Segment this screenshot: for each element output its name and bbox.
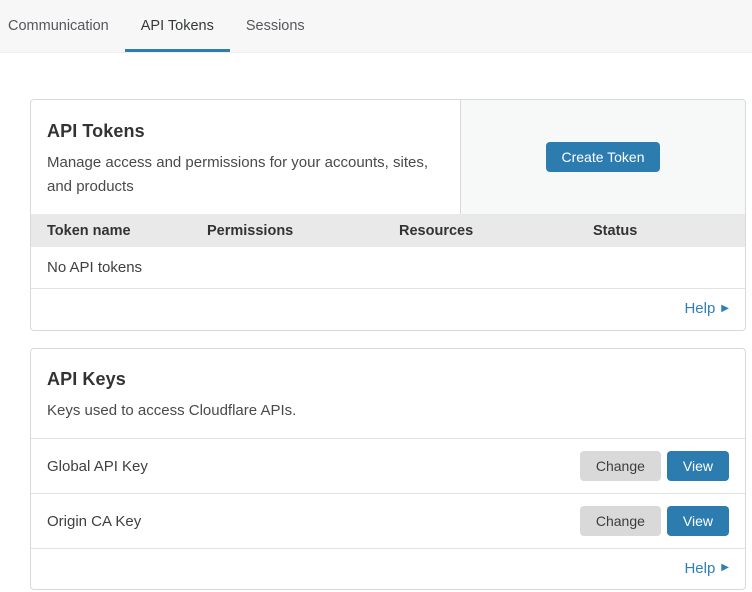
keys-help-label: Help xyxy=(684,560,715,577)
tokens-help-link[interactable]: Help ▶ xyxy=(684,300,729,317)
tab-bar: Communication API Tokens Sessions xyxy=(0,0,752,53)
key-row-actions: Change View xyxy=(580,506,729,536)
tokens-table-header: Token name Permissions Resources Status xyxy=(31,214,745,247)
keys-help-link[interactable]: Help ▶ xyxy=(684,560,729,577)
key-row-global-api-key: Global API Key Change View xyxy=(31,438,745,493)
tokens-empty-message: No API tokens xyxy=(47,259,142,276)
tokens-empty-row: No API tokens xyxy=(31,247,745,289)
view-origin-ca-key-button[interactable]: View xyxy=(667,506,729,536)
api-keys-card: API Keys Keys used to access Cloudflare … xyxy=(30,348,746,590)
key-row-actions: Change View xyxy=(580,451,729,481)
column-header-token-name: Token name xyxy=(47,223,207,239)
chevron-right-icon: ▶ xyxy=(721,304,729,314)
create-token-button[interactable]: Create Token xyxy=(546,142,659,172)
change-global-api-key-button[interactable]: Change xyxy=(580,451,661,481)
keys-card-footer: Help ▶ xyxy=(31,548,745,589)
api-tokens-card: API Tokens Manage access and permissions… xyxy=(30,99,746,331)
api-tokens-title: API Tokens xyxy=(47,121,444,142)
api-keys-card-header: API Keys Keys used to access Cloudflare … xyxy=(31,349,745,438)
key-name-label: Global API Key xyxy=(47,458,148,475)
column-header-status: Status xyxy=(593,223,745,239)
tab-communication[interactable]: Communication xyxy=(0,0,125,52)
chevron-right-icon: ▶ xyxy=(721,563,729,573)
key-name-label: Origin CA Key xyxy=(47,513,141,530)
tokens-card-footer: Help ▶ xyxy=(31,289,745,330)
api-tokens-card-header-text: API Tokens Manage access and permissions… xyxy=(31,100,460,214)
key-row-origin-ca-key: Origin CA Key Change View xyxy=(31,493,745,548)
api-keys-title: API Keys xyxy=(47,369,729,390)
change-origin-ca-key-button[interactable]: Change xyxy=(580,506,661,536)
api-tokens-card-action-area: Create Token xyxy=(460,100,745,214)
api-tokens-description: Manage access and permissions for your a… xyxy=(47,151,444,199)
api-tokens-card-header: API Tokens Manage access and permissions… xyxy=(31,100,745,214)
api-keys-description: Keys used to access Cloudflare APIs. xyxy=(47,399,447,423)
tab-sessions[interactable]: Sessions xyxy=(230,0,321,52)
column-header-permissions: Permissions xyxy=(207,223,399,239)
tokens-help-label: Help xyxy=(684,300,715,317)
tab-api-tokens[interactable]: API Tokens xyxy=(125,0,230,52)
view-global-api-key-button[interactable]: View xyxy=(667,451,729,481)
column-header-resources: Resources xyxy=(399,223,593,239)
